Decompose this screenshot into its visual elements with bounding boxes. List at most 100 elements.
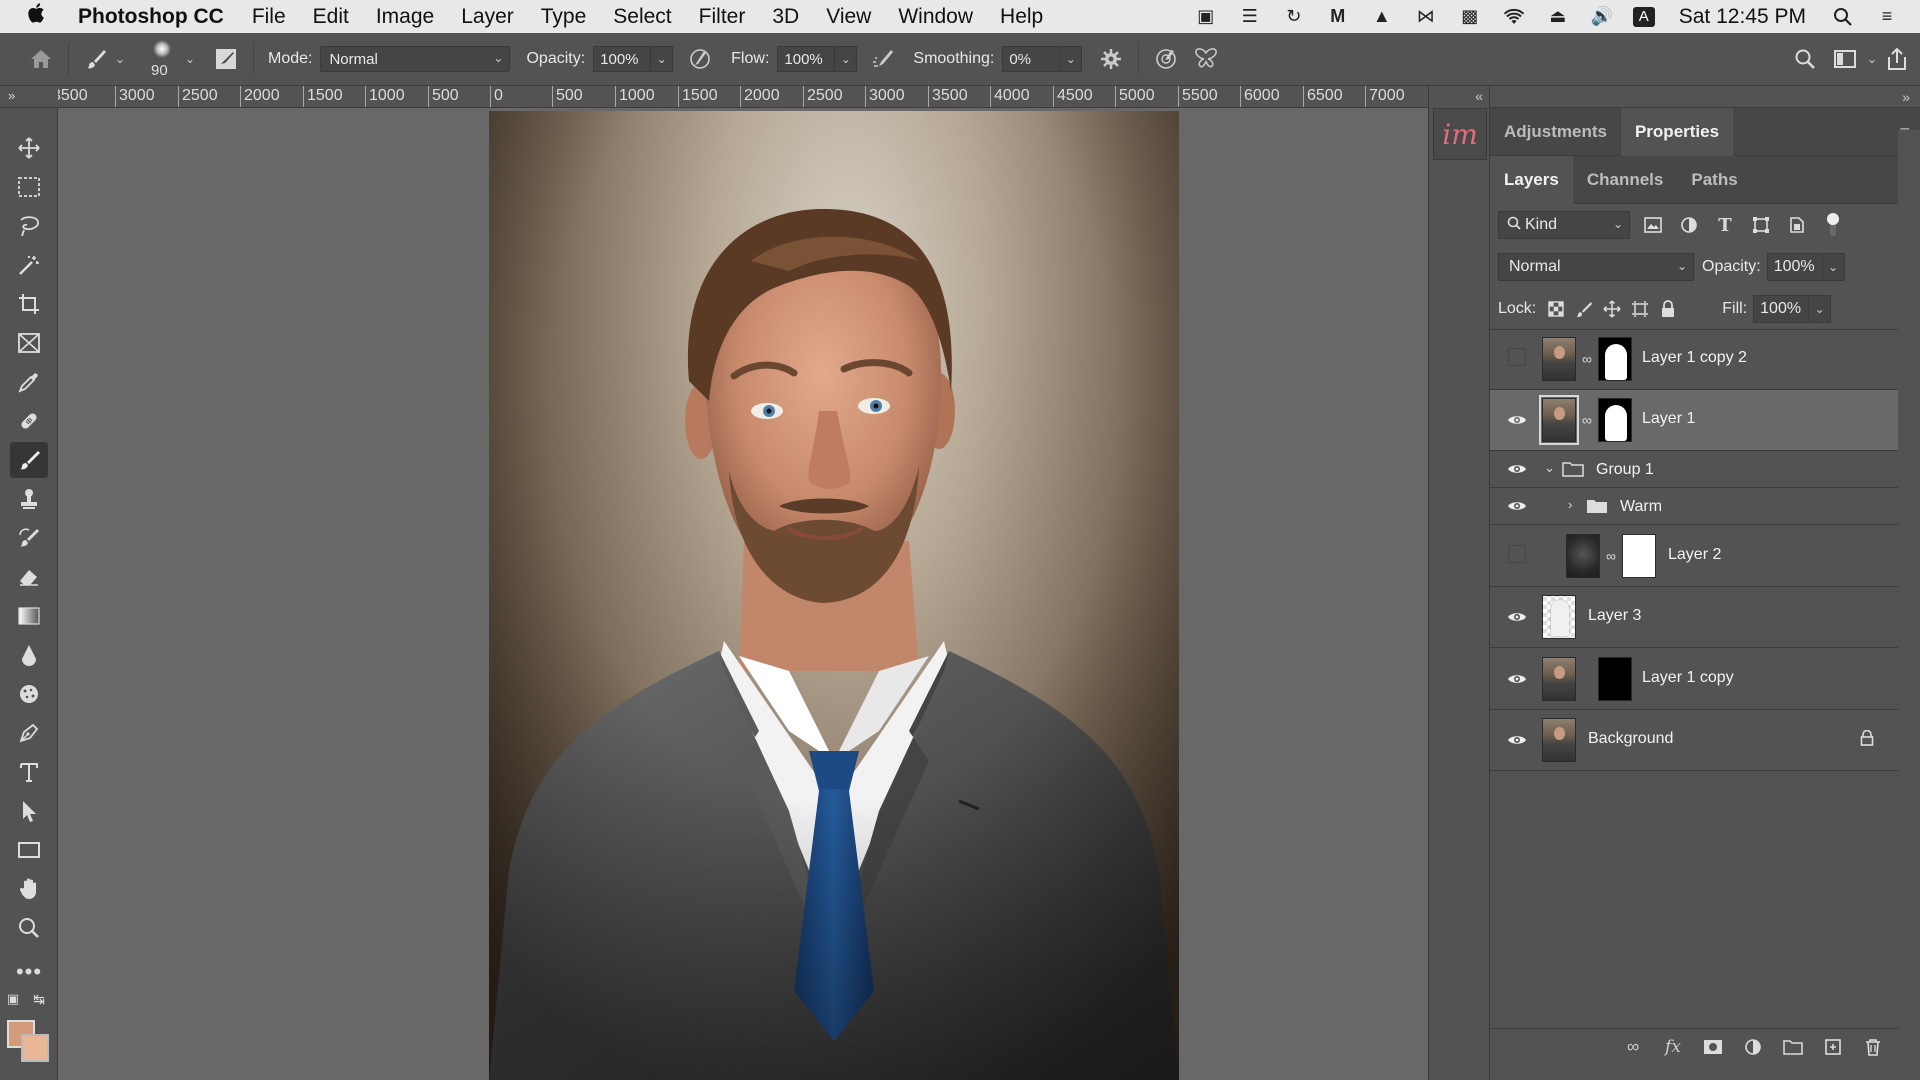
menu-filter[interactable]: Filter bbox=[699, 5, 746, 29]
eyedropper-tool-icon[interactable] bbox=[10, 364, 48, 400]
layer-name[interactable]: Layer 2 bbox=[1668, 546, 1721, 564]
eye-icon[interactable] bbox=[1506, 668, 1528, 690]
horizontal-ruler[interactable]: 3500 3000 2500 2000 1500 1000 500 0 500 … bbox=[58, 86, 1428, 108]
rectangular-marquee-tool-icon[interactable] bbox=[10, 169, 48, 205]
hand-tool-icon[interactable] bbox=[10, 871, 48, 907]
eye-icon[interactable] bbox=[1506, 729, 1528, 751]
history-brush-tool-icon[interactable] bbox=[10, 520, 48, 556]
menu-file[interactable]: File bbox=[252, 5, 286, 29]
tab-channels[interactable]: Channels bbox=[1573, 156, 1678, 204]
eject-icon[interactable]: ⏏ bbox=[1545, 6, 1571, 27]
chevron-down-icon[interactable]: ⌄ bbox=[183, 42, 197, 76]
brush-size-preview[interactable]: 90 bbox=[143, 36, 183, 82]
tab-adjustments[interactable]: Adjustments bbox=[1490, 108, 1621, 156]
pressure-size-icon[interactable] bbox=[1149, 42, 1183, 76]
layer-kind-filter-select[interactable]: Kind ⌄ bbox=[1498, 211, 1630, 239]
lock-image-pixels-icon[interactable] bbox=[1570, 295, 1598, 323]
imagenomic-plugin-button[interactable]: im bbox=[1433, 108, 1487, 160]
gradient-tool-icon[interactable] bbox=[10, 598, 48, 634]
opacity-dropdown[interactable]: ⌄ bbox=[651, 46, 674, 72]
menu-window[interactable]: Window bbox=[898, 5, 973, 29]
notification-center-icon[interactable]: ≡ bbox=[1874, 6, 1900, 27]
chevron-down-icon[interactable]: ⌄ bbox=[1864, 42, 1880, 76]
blend-mode-select[interactable]: Normal ⌄ bbox=[320, 46, 511, 72]
display-icon[interactable]: ▣ bbox=[1193, 6, 1219, 27]
blur-tool-icon[interactable] bbox=[10, 637, 48, 673]
app-name-menu[interactable]: Photoshop CC bbox=[78, 5, 224, 29]
sync-icon[interactable]: ↻ bbox=[1281, 6, 1307, 27]
menu-3d[interactable]: 3D bbox=[772, 5, 799, 29]
menu-help[interactable]: Help bbox=[1000, 5, 1043, 29]
shape-layer-filter-icon[interactable] bbox=[1748, 212, 1774, 238]
menubar-clock[interactable]: Sat 12:45 PM bbox=[1679, 5, 1806, 29]
visibility-toggle[interactable] bbox=[1508, 545, 1526, 563]
mask-link-icon[interactable]: ∞ bbox=[1604, 545, 1618, 567]
lock-icon[interactable] bbox=[1860, 729, 1874, 751]
healing-brush-tool-icon[interactable] bbox=[10, 403, 48, 439]
layer-row[interactable]: ∞ Layer 2 bbox=[1490, 525, 1898, 587]
expand-panels-toggle[interactable]: » bbox=[1490, 86, 1920, 108]
smoothing-input[interactable]: 0% bbox=[1002, 46, 1061, 72]
background-color-swatch[interactable] bbox=[21, 1034, 49, 1062]
sponge-tool-icon[interactable] bbox=[10, 676, 48, 712]
layer-row[interactable]: Layer 3 bbox=[1490, 587, 1898, 648]
layer-name[interactable]: Warm bbox=[1620, 498, 1662, 516]
new-group-icon[interactable] bbox=[1780, 1034, 1806, 1060]
new-layer-icon[interactable] bbox=[1820, 1034, 1846, 1060]
lock-all-icon[interactable] bbox=[1654, 295, 1682, 323]
pen-tool-icon[interactable] bbox=[10, 715, 48, 751]
layer-row[interactable]: Background bbox=[1490, 710, 1898, 771]
frame-tool-icon[interactable] bbox=[10, 325, 48, 361]
filter-toggle-icon[interactable] bbox=[1820, 212, 1846, 238]
layer-opacity-input[interactable]: 100% bbox=[1766, 253, 1823, 281]
adjustment-layer-filter-icon[interactable] bbox=[1676, 212, 1702, 238]
search-icon[interactable] bbox=[1788, 42, 1822, 76]
layer-name[interactable]: Group 1 bbox=[1596, 461, 1654, 479]
gear-icon[interactable] bbox=[1094, 42, 1128, 76]
menu-view[interactable]: View bbox=[826, 5, 871, 29]
symmetry-butterfly-icon[interactable] bbox=[1189, 42, 1223, 76]
layer-blend-mode-select[interactable]: Normal ⌄ bbox=[1498, 253, 1694, 281]
spotlight-search-icon[interactable] bbox=[1830, 7, 1856, 27]
eye-icon[interactable] bbox=[1506, 606, 1528, 628]
layer-opacity-dropdown[interactable]: ⌄ bbox=[1822, 253, 1845, 281]
brush-tool-preset-icon[interactable] bbox=[79, 42, 113, 76]
more-tools-icon[interactable]: ••• bbox=[10, 954, 48, 990]
pressure-opacity-icon[interactable] bbox=[683, 42, 717, 76]
airbrush-icon[interactable] bbox=[867, 42, 901, 76]
smart-object-filter-icon[interactable] bbox=[1784, 212, 1810, 238]
default-colors-icon[interactable]: ▣ bbox=[2, 988, 24, 1010]
layer-name[interactable]: Layer 1 copy 2 bbox=[1642, 349, 1747, 367]
layer-name[interactable]: Layer 3 bbox=[1588, 607, 1641, 625]
chevron-down-icon[interactable]: ⌄ bbox=[113, 42, 127, 76]
eraser-tool-icon[interactable] bbox=[10, 559, 48, 595]
menu-type[interactable]: Type bbox=[541, 5, 587, 29]
smoothing-dropdown[interactable]: ⌄ bbox=[1060, 46, 1083, 72]
layer-name[interactable]: Layer 1 bbox=[1642, 410, 1695, 428]
layer-name[interactable]: Layer 1 copy bbox=[1642, 669, 1734, 687]
chevron-right-icon[interactable]: › bbox=[1568, 497, 1572, 512]
layer-group-row[interactable]: ⌄ Group 1 bbox=[1490, 451, 1898, 488]
move-tool-icon[interactable] bbox=[10, 130, 48, 166]
rectangle-tool-icon[interactable] bbox=[10, 832, 48, 868]
battery-icon[interactable]: ▩ bbox=[1457, 6, 1483, 27]
stack-icon[interactable]: ☰ bbox=[1237, 6, 1263, 27]
layer-row[interactable]: ∞ Layer 1 copy 2 bbox=[1490, 328, 1898, 390]
layer-row[interactable]: Layer 1 copy bbox=[1490, 648, 1898, 710]
visibility-toggle[interactable] bbox=[1508, 348, 1526, 366]
home-icon[interactable] bbox=[24, 42, 58, 76]
collapse-panels-toggle[interactable]: « bbox=[1475, 88, 1483, 104]
volume-icon[interactable]: 🔊 bbox=[1589, 6, 1615, 27]
wifi-icon[interactable] bbox=[1501, 7, 1527, 27]
layer-row-selected[interactable]: ∞ Layer 1 bbox=[1490, 390, 1898, 451]
link-layers-icon[interactable]: ∞ bbox=[1620, 1034, 1646, 1060]
fill-input[interactable]: 100% bbox=[1753, 294, 1810, 323]
menu-edit[interactable]: Edit bbox=[313, 5, 349, 29]
share-icon[interactable] bbox=[1880, 42, 1914, 76]
document-canvas-area[interactable] bbox=[58, 108, 1428, 1080]
add-mask-icon[interactable] bbox=[1700, 1034, 1726, 1060]
new-adjustment-layer-icon[interactable] bbox=[1740, 1034, 1766, 1060]
layer-mask-thumbnail[interactable] bbox=[1598, 657, 1632, 701]
layer-mask-thumbnail[interactable] bbox=[1622, 534, 1656, 578]
lock-position-icon[interactable] bbox=[1598, 295, 1626, 323]
